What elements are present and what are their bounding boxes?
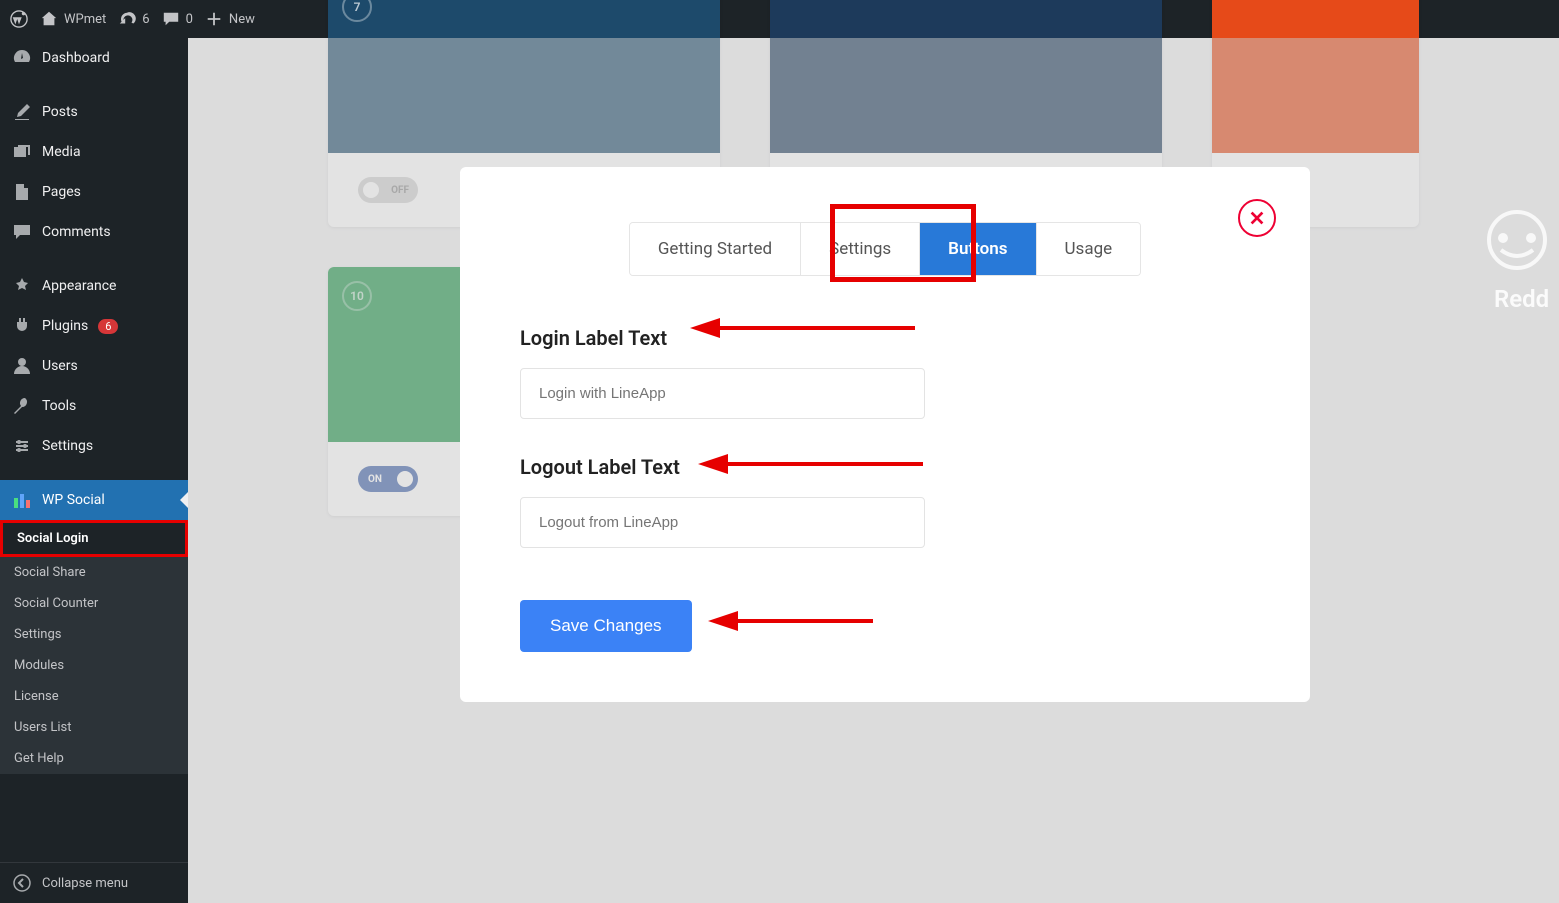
nav-wpsocial[interactable]: WP Social <box>0 480 188 520</box>
nav-comments[interactable]: Comments <box>0 212 188 252</box>
site-name: WPmet <box>64 12 106 27</box>
nav-tools[interactable]: Tools <box>0 386 188 426</box>
login-label-input[interactable] <box>520 368 925 419</box>
sub-modules[interactable]: Modules <box>0 650 188 681</box>
sub-users-list[interactable]: Users List <box>0 712 188 743</box>
nav-appearance[interactable]: Appearance <box>0 266 188 306</box>
save-button[interactable]: Save Changes <box>520 600 692 652</box>
logout-label-input[interactable] <box>520 497 925 548</box>
new-link[interactable]: New <box>205 10 255 28</box>
sub-social-counter[interactable]: Social Counter <box>0 588 188 619</box>
tab-buttons[interactable]: Buttons <box>920 223 1036 275</box>
plugins-badge: 6 <box>98 319 118 334</box>
tab-getting-started[interactable]: Getting Started <box>630 223 801 275</box>
collapse-menu[interactable]: Collapse menu <box>0 862 188 903</box>
comments-link[interactable]: 0 <box>162 10 193 28</box>
nav-posts[interactable]: Posts <box>0 92 188 132</box>
nav-dashboard[interactable]: Dashboard <box>0 38 188 78</box>
wpsocial-submenu: Social Login Social Share Social Counter… <box>0 520 188 774</box>
login-label-heading: Login Label Text <box>520 326 1250 350</box>
wp-logo[interactable] <box>10 10 28 28</box>
nav-pages[interactable]: Pages <box>0 172 188 212</box>
site-link[interactable]: WPmet <box>40 10 106 28</box>
sub-social-login[interactable]: Social Login <box>0 520 188 557</box>
sub-get-help[interactable]: Get Help <box>0 743 188 774</box>
modal-tabs: Getting Started Settings Buttons Usage <box>629 222 1141 276</box>
settings-modal: Getting Started Settings Buttons Usage L… <box>460 167 1310 702</box>
sub-settings[interactable]: Settings <box>0 619 188 650</box>
nav-users[interactable]: Users <box>0 346 188 386</box>
logout-label-heading: Logout Label Text <box>520 455 1250 479</box>
sub-license[interactable]: License <box>0 681 188 712</box>
updates-count: 6 <box>142 12 149 27</box>
nav-settings[interactable]: Settings <box>0 426 188 466</box>
nav-media[interactable]: Media <box>0 132 188 172</box>
close-button[interactable] <box>1238 199 1276 237</box>
admin-sidebar: Dashboard Posts Media Pages Comments App… <box>0 38 188 903</box>
tab-settings[interactable]: Settings <box>801 223 920 275</box>
nav-plugins[interactable]: Plugins6 <box>0 306 188 346</box>
tab-usage[interactable]: Usage <box>1037 223 1141 275</box>
sub-social-share[interactable]: Social Share <box>0 557 188 588</box>
new-label: New <box>229 12 255 27</box>
card-badge: 7 <box>342 0 372 22</box>
comments-count: 0 <box>186 12 193 27</box>
updates-link[interactable]: 6 <box>118 10 149 28</box>
